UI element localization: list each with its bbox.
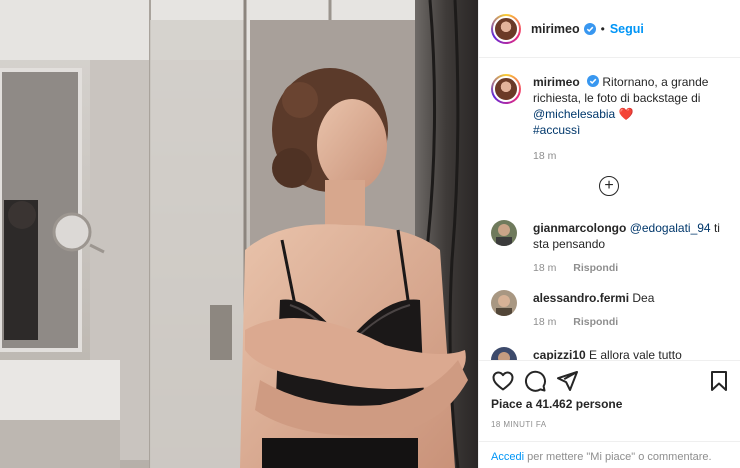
comment-text: E allora vale tutto <box>589 348 682 360</box>
caption-hashtag[interactable]: #accussì <box>533 123 580 137</box>
author-avatar[interactable] <box>491 13 521 44</box>
author-username[interactable]: mirimeo <box>531 22 580 36</box>
login-prompt-text: per mettere "Mi piace" o commentare. <box>527 451 712 463</box>
login-prompt: Accedi per mettere "Mi piace" o commenta… <box>479 441 740 468</box>
caption-text: mirimeo Ritornano, a grande richiesta, l… <box>533 74 731 138</box>
login-link[interactable]: Accedi <box>491 451 524 463</box>
comment-avatar[interactable] <box>491 290 517 316</box>
verified-badge-icon <box>587 75 600 87</box>
post-side-panel: mirimeo • Segui mirimeo Ritornano, a gra… <box>478 0 740 468</box>
caption-avatar[interactable] <box>491 74 521 104</box>
verified-badge-icon <box>583 22 596 35</box>
separator-dot: • <box>600 21 605 36</box>
post-photo[interactable] <box>0 0 478 468</box>
bookmark-icon[interactable] <box>707 369 731 393</box>
comment-avatar[interactable] <box>491 347 517 360</box>
comment-text: Dea <box>632 291 655 305</box>
plus-circle-icon: + <box>604 177 614 194</box>
comment-item: alessandro.fermi Dea 18 m Rispondi <box>491 290 731 328</box>
caption-username[interactable]: mirimeo <box>533 75 580 89</box>
comment-icon[interactable] <box>523 369 547 393</box>
comment-time: 18 m <box>533 262 557 274</box>
heart-emoji: ❤️ <box>618 107 634 121</box>
backstage-photo-illustration <box>0 0 478 468</box>
caption-mention[interactable]: @michelesabia <box>533 107 615 121</box>
comment-time: 18 m <box>533 316 557 328</box>
reply-button[interactable]: Rispondi <box>573 316 618 328</box>
action-icons <box>491 369 731 393</box>
share-icon[interactable] <box>555 369 579 393</box>
likes-count[interactable]: Piace a 41.462 persone <box>491 397 622 411</box>
heart-outline-icon[interactable] <box>491 369 515 393</box>
comment-username[interactable]: capizzi10 <box>533 348 586 360</box>
post-caption: mirimeo Ritornano, a grande richiesta, l… <box>491 74 731 162</box>
load-more-comments-button[interactable]: + <box>599 176 619 196</box>
comment-item: gianmarcolongo @edogalati_94 ti sta pens… <box>491 220 731 274</box>
follow-button[interactable]: Segui <box>610 22 644 36</box>
comment-meta: 18 m Rispondi <box>533 262 731 274</box>
comment-meta: 18 m Rispondi <box>533 316 731 328</box>
post-actions: Piace a 41.462 persone 18 MINUTI FA Acce… <box>479 360 740 468</box>
post-header: mirimeo • Segui <box>479 0 740 58</box>
comment-username[interactable]: alessandro.fermi <box>533 291 629 305</box>
comment-username[interactable]: gianmarcolongo <box>533 221 626 235</box>
caption-time: 18 m <box>533 150 557 162</box>
comment-mention[interactable]: @edogalati_94 <box>630 221 711 235</box>
comments-list[interactable]: mirimeo Ritornano, a grande richiesta, l… <box>479 58 740 360</box>
reply-button[interactable]: Rispondi <box>573 262 618 274</box>
post-timestamp: 18 MINUTI FA <box>491 420 547 429</box>
comment-item: capizzi10 E allora vale tutto <box>491 347 731 360</box>
comment-avatar[interactable] <box>491 220 517 246</box>
